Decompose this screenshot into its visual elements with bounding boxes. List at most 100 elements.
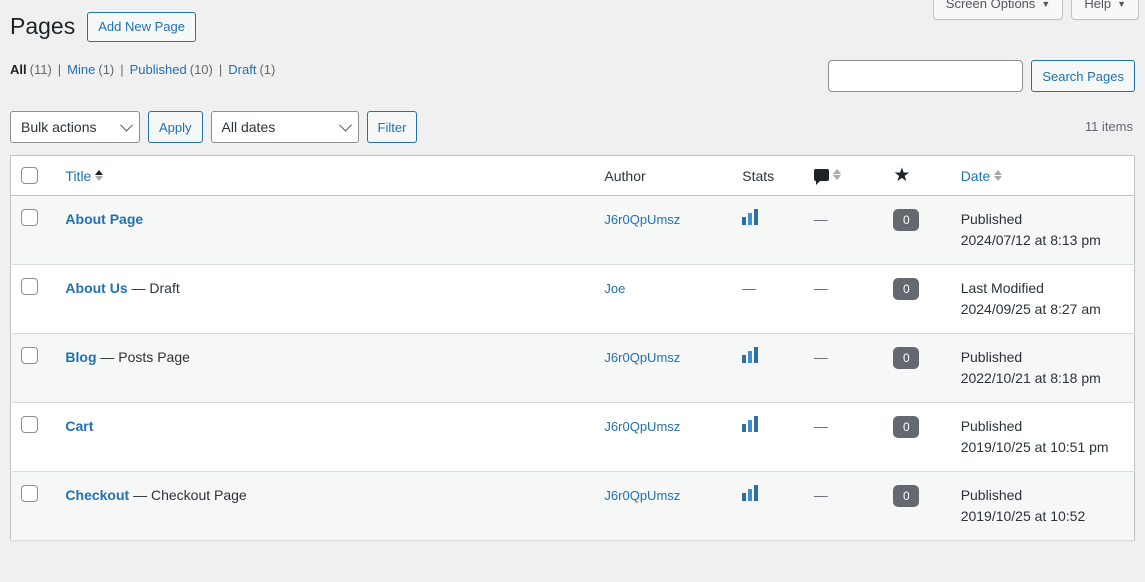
table-navigation-top: Bulk actions Apply All dates Filter 11 i… xyxy=(10,111,1135,143)
stats-bar-chart-icon[interactable] xyxy=(742,416,759,432)
comment-count-badge[interactable]: 0 xyxy=(893,347,920,369)
filter-separator: | xyxy=(57,62,62,77)
column-header-stats: Stats xyxy=(732,155,804,196)
star-icon: ★ xyxy=(893,165,911,186)
filter-all: All (11) | xyxy=(10,62,67,77)
bulk-actions-select[interactable]: Bulk actions xyxy=(10,111,140,143)
row-title-cell: About Page xyxy=(55,196,594,265)
filter-button[interactable]: Filter xyxy=(366,111,418,143)
comment-count-badge[interactable]: 0 xyxy=(893,416,920,438)
author-link[interactable]: J6r0QpUmsz xyxy=(604,212,680,227)
search-pages-button[interactable]: Search Pages xyxy=(1031,60,1135,92)
search-box: Search Pages xyxy=(828,60,1135,92)
date-status: Published xyxy=(960,349,1023,365)
row-checkbox[interactable] xyxy=(21,485,38,502)
table-header-row: Title Author Stats ★ Date xyxy=(10,155,1135,196)
stats-value: — xyxy=(742,280,757,296)
chevron-down-icon: ▼ xyxy=(1041,0,1051,9)
column-author-label: Author xyxy=(604,167,646,184)
row-date-cell: Published 2019/10/25 at 10:52 xyxy=(951,472,1135,541)
date-filter-select[interactable]: All dates xyxy=(210,111,359,143)
sort-arrows-icon xyxy=(994,170,1003,181)
arrow-down-icon xyxy=(832,175,841,180)
filter-draft-count: (1) xyxy=(259,62,276,77)
pages-table: Title Author Stats ★ Date About Page J6r… xyxy=(10,155,1135,541)
author-link[interactable]: Joe xyxy=(604,281,625,296)
pages-admin-screen: Screen Options ▼ Help ▼ Pages Add New Page… xyxy=(0,0,1145,582)
comment-count-badge[interactable]: 0 xyxy=(893,278,920,300)
star-value: — xyxy=(813,211,828,227)
row-comments-cell: — xyxy=(804,334,884,403)
sort-by-comments-link[interactable] xyxy=(813,168,841,185)
date-value: 2022/10/21 at 8:18 pm xyxy=(960,370,1101,386)
author-link[interactable]: J6r0QpUmsz xyxy=(604,419,680,434)
table-row: Blog — Posts Page J6r0QpUmsz — 0 Publish… xyxy=(10,333,1135,403)
page-title-link[interactable]: About Us xyxy=(65,280,127,296)
row-checkbox[interactable] xyxy=(21,209,38,226)
select-all-checkbox[interactable] xyxy=(21,167,38,184)
comment-count-badge[interactable]: 0 xyxy=(893,485,920,507)
filter-mine: Mine (1) | xyxy=(67,62,129,77)
row-comments-cell: — xyxy=(804,265,884,334)
table-head: Title Author Stats ★ Date xyxy=(10,155,1135,196)
column-date-label: Date xyxy=(960,167,991,184)
date-status: Last Modified xyxy=(960,280,1044,296)
row-star-cell: 0 xyxy=(883,334,950,403)
row-select-cell xyxy=(11,403,56,472)
page-title-link[interactable]: Blog xyxy=(65,349,96,365)
row-select-cell xyxy=(11,196,56,265)
row-checkbox[interactable] xyxy=(21,347,38,364)
row-stats-cell xyxy=(732,403,803,472)
table-row: About Page J6r0QpUmsz — 0 Published 2024… xyxy=(10,195,1135,265)
date-status: Published xyxy=(960,487,1023,503)
filter-all-link[interactable]: All xyxy=(10,62,27,77)
row-checkbox[interactable] xyxy=(21,416,38,433)
date-status: Published xyxy=(960,418,1023,434)
row-comments-cell: — xyxy=(804,196,884,265)
post-state: — Posts Page xyxy=(100,349,190,365)
comment-count-badge[interactable]: 0 xyxy=(893,209,920,231)
row-star-cell: 0 xyxy=(883,472,950,541)
arrow-up-icon xyxy=(95,170,104,175)
sort-by-date-link[interactable]: Date xyxy=(961,168,1003,184)
table-row: Checkout — Checkout Page J6r0QpUmsz — 0 … xyxy=(10,471,1135,541)
add-new-page-button[interactable]: Add New Page xyxy=(87,11,196,42)
row-comments-cell: — xyxy=(804,403,884,472)
row-title-cell: Cart xyxy=(55,403,594,472)
row-date-cell: Published 2019/10/25 at 10:51 pm xyxy=(951,403,1135,472)
stats-bar-chart-icon[interactable] xyxy=(742,209,759,225)
row-title-cell: About Us — Draft xyxy=(55,265,594,334)
author-link[interactable]: J6r0QpUmsz xyxy=(604,350,680,365)
arrow-down-icon xyxy=(994,176,1003,181)
column-header-star: ★ xyxy=(883,155,951,196)
filter-published-link[interactable]: Published xyxy=(130,62,187,77)
star-value: — xyxy=(813,280,828,296)
row-checkbox[interactable] xyxy=(21,278,38,295)
page-title: Pages xyxy=(10,13,76,39)
filter-separator: | xyxy=(120,62,124,77)
row-author-cell: J6r0QpUmsz xyxy=(594,472,732,541)
screen-options-button[interactable]: Screen Options ▼ xyxy=(932,0,1064,20)
row-select-cell xyxy=(11,334,56,403)
page-title-link[interactable]: About Page xyxy=(65,211,143,227)
page-title-link[interactable]: Checkout xyxy=(65,487,129,503)
arrow-up-icon xyxy=(994,170,1003,175)
apply-button[interactable]: Apply xyxy=(148,111,203,143)
filter-draft-link[interactable]: Draft xyxy=(228,62,256,77)
search-input[interactable] xyxy=(828,60,1024,92)
stats-bar-chart-icon[interactable] xyxy=(742,347,759,363)
row-title-cell: Checkout — Checkout Page xyxy=(55,472,594,541)
help-button[interactable]: Help ▼ xyxy=(1071,0,1139,20)
row-stats-cell xyxy=(732,472,803,541)
author-link[interactable]: J6r0QpUmsz xyxy=(604,488,680,503)
filter-published-count: (10) xyxy=(189,62,213,77)
date-value: 2019/10/25 at 10:51 pm xyxy=(960,439,1109,455)
star-value: — xyxy=(813,418,828,434)
filter-mine-link[interactable]: Mine xyxy=(67,62,95,77)
row-author-cell: Joe xyxy=(594,265,732,334)
page-title-link[interactable]: Cart xyxy=(65,418,93,434)
stats-bar-chart-icon[interactable] xyxy=(742,485,759,501)
row-title-cell: Blog — Posts Page xyxy=(55,334,594,403)
sort-by-title-link[interactable]: Title xyxy=(65,168,104,184)
date-filter-value: All dates xyxy=(221,119,276,135)
